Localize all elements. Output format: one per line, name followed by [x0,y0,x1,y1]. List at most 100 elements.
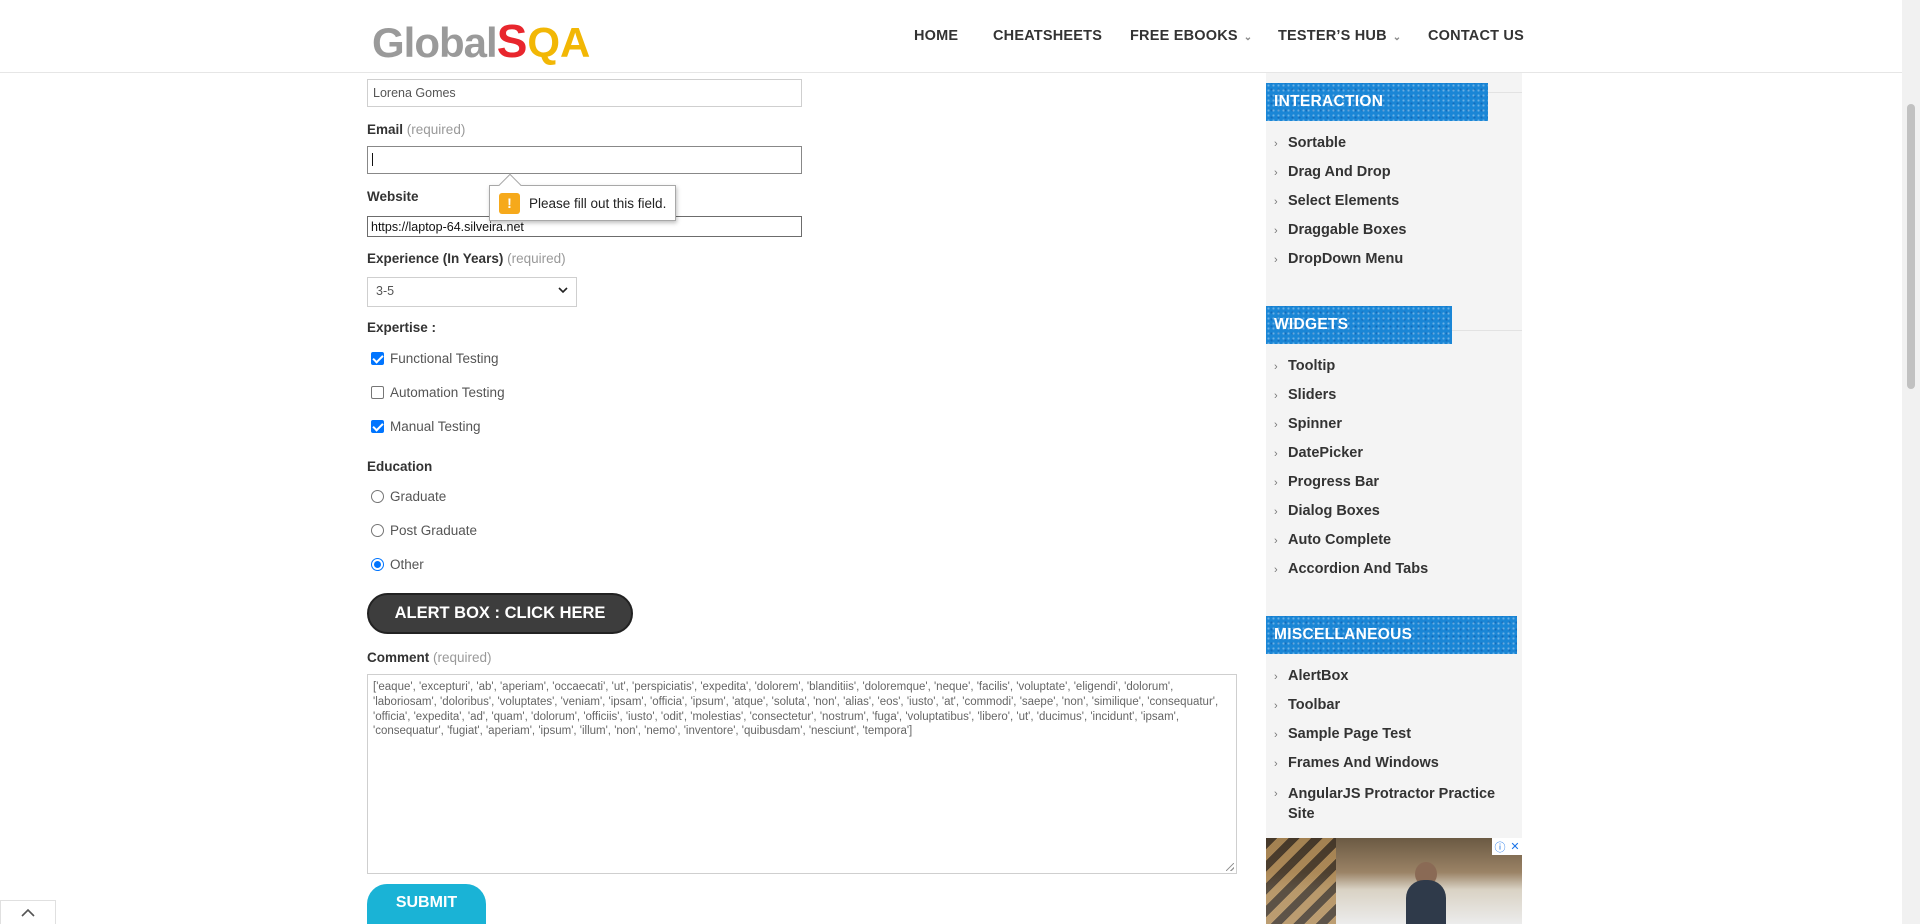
sidebar-item-spinner[interactable]: › Spinner [1274,416,1342,432]
radio-button[interactable] [371,524,384,537]
ad-person-body [1406,880,1446,924]
sidebar-item-toolbar[interactable]: › Toolbar [1274,697,1340,713]
divider [1488,92,1522,93]
radio-button[interactable] [371,558,384,571]
scrollbar-thumb[interactable] [1907,104,1915,389]
nav-contact-us[interactable]: CONTACT US [1428,28,1524,44]
nav-cheatsheets[interactable]: CHEATSHEETS [993,28,1102,44]
sidebar-item-sortable[interactable]: › Sortable [1274,135,1346,151]
submit-button[interactable]: SUBMIT [367,884,486,924]
sidebar-item-label: AlertBox [1288,668,1349,684]
chevron-down-icon: ⌄ [1243,32,1253,43]
validation-message: Please fill out this field. [529,195,667,211]
sidebar-item-angularjs-protractor[interactable]: › AngularJS Protractor Practice Site [1274,784,1514,824]
experience-selected-value: 3-5 [376,284,395,298]
checkbox[interactable] [371,386,384,399]
logo-text-global: Global [372,19,498,66]
sidebar-heading-miscellaneous: MISCELLANEOUS [1266,616,1517,654]
sidebar-item-label: Sliders [1288,387,1337,403]
nav-testers-hub[interactable]: TESTER’S HUB ⌄ [1278,28,1401,44]
sidebar-item-label: Tooltip [1288,358,1336,374]
sidebar-item-label: Frames And Windows [1288,755,1439,771]
info-icon[interactable]: ⓘ [1494,839,1505,855]
chevron-right-icon: › [1274,477,1278,489]
checkbox[interactable] [371,420,384,433]
sidebar-item-accordion-and-tabs[interactable]: › Accordion And Tabs [1274,561,1428,577]
experience-required-text: (required) [507,251,566,266]
site-header: GlobalSQA HOME CHEATSHEETS FREE EBOOKS ⌄ … [0,0,1902,73]
sidebar-item-draggable-boxes[interactable]: › Draggable Boxes [1274,222,1406,238]
sidebar-item-datepicker[interactable]: › DatePicker [1274,445,1363,461]
sidebar-heading-widgets: WIDGETS [1266,306,1452,344]
chevron-right-icon: › [1274,506,1278,518]
chevron-right-icon: › [1274,419,1278,431]
education-option-post-graduate[interactable]: Post Graduate [371,523,477,538]
checkbox[interactable] [371,352,384,365]
email-label: Email (required) [367,122,465,137]
text-cursor [372,153,373,166]
sidebar-item-select-elements[interactable]: › Select Elements [1274,193,1399,209]
sidebar-item-label: Sortable [1288,135,1347,151]
chevron-right-icon: › [1274,564,1278,576]
chevron-right-icon: › [1274,167,1278,179]
chevron-right-icon: › [1274,671,1278,683]
sidebar-item-tooltip[interactable]: › Tooltip [1274,358,1335,374]
sidebar-item-frames-and-windows[interactable]: › Frames And Windows [1274,755,1439,771]
chevron-right-icon: › [1274,361,1278,373]
logo-text-s: S [496,15,528,67]
resize-grip-icon[interactable] [1226,863,1234,871]
sidebar-item-label: DatePicker [1288,445,1363,461]
education-option-other[interactable]: Other [371,557,424,572]
sidebar-item-sample-page-test[interactable]: › Sample Page Test [1274,726,1411,742]
site-logo[interactable]: GlobalSQA [372,14,590,67]
nav-home[interactable]: HOME [914,28,958,44]
comment-required-text: (required) [433,650,492,665]
education-option-label: Post Graduate [390,523,478,538]
sidebar-item-label: Draggable Boxes [1288,222,1407,238]
email-label-text: Email [367,122,404,137]
warning-icon: ! [499,192,520,214]
sidebar-item-dropdown-menu[interactable]: › DropDown Menu [1274,251,1403,267]
chevron-down-icon: ⌄ [1392,32,1402,43]
website-label: Website [367,189,419,204]
vertical-scrollbar[interactable] [1902,0,1920,924]
comment-textarea[interactable]: ['eaque', 'excepturi', 'ab', 'aperiam', … [367,674,1237,874]
chevron-down-icon [558,285,568,297]
sidebar-item-alertbox[interactable]: › AlertBox [1274,668,1348,684]
sidebar-item-label: Toolbar [1288,697,1341,713]
chevron-right-icon: › [1274,390,1278,402]
email-input[interactable] [367,146,802,174]
sidebar-item-label: DropDown Menu [1288,251,1404,267]
sidebar-item-sliders[interactable]: › Sliders [1274,387,1336,403]
expertise-option-label: Functional Testing [390,351,499,366]
education-option-label: Graduate [390,489,447,504]
education-label: Education [367,459,433,474]
nav-free-ebooks-label: FREE EBOOKS [1130,28,1238,44]
chevron-right-icon: › [1274,448,1278,460]
comment-label: Comment (required) [367,650,492,665]
sidebar-item-drag-and-drop[interactable]: › Drag And Drop [1274,164,1391,180]
ad-choices-badge[interactable]: ⓘ ✕ [1492,838,1522,855]
experience-label: Experience (In Years) (required) [367,251,566,266]
sidebar-item-auto-complete[interactable]: › Auto Complete [1274,532,1391,548]
expertise-option-label: Manual Testing [390,419,481,434]
expertise-option-manual[interactable]: Manual Testing [371,419,481,434]
close-icon[interactable]: ✕ [1510,840,1519,853]
chevron-right-icon: › [1274,729,1278,741]
nav-free-ebooks[interactable]: FREE EBOOKS ⌄ [1130,28,1252,44]
alert-box-button[interactable]: ALERT BOX : CLICK HERE [367,593,633,634]
sidebar-item-progress-bar[interactable]: › Progress Bar [1274,474,1379,490]
radio-button[interactable] [371,490,384,503]
expertise-option-functional[interactable]: Functional Testing [371,351,499,366]
sidebar-item-label: Sample Page Test [1288,726,1412,742]
divider [1452,330,1522,331]
comment-text: ['eaque', 'excepturi', 'ab', 'aperiam', … [373,681,1219,738]
advertisement[interactable]: ⓘ ✕ [1266,838,1522,924]
name-input[interactable] [367,79,802,107]
collapse-toggle[interactable] [0,900,56,924]
education-option-graduate[interactable]: Graduate [371,489,446,504]
experience-select[interactable]: 3-5 [367,277,577,307]
expertise-label: Expertise : [367,320,437,335]
expertise-option-automation[interactable]: Automation Testing [371,385,505,400]
sidebar-item-dialog-boxes[interactable]: › Dialog Boxes [1274,503,1380,519]
